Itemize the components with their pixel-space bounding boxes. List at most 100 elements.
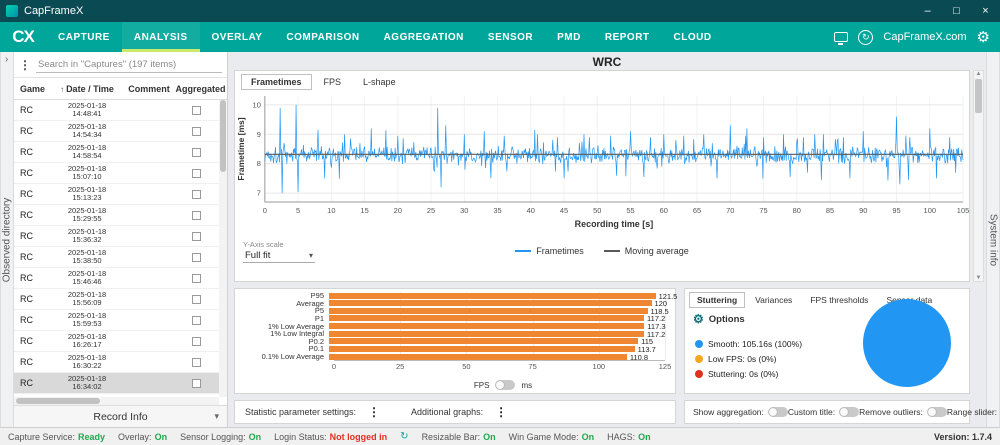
stat-tab-variances[interactable]: Variances	[747, 292, 800, 308]
capture-row[interactable]: RC2025-01-1816:30:22	[14, 352, 219, 373]
nav-tab-overlay[interactable]: OVERLAY	[200, 22, 275, 52]
capture-row[interactable]: RC2025-01-1815:59:53	[14, 310, 219, 331]
chart-tab-frametimes[interactable]: Frametimes	[241, 74, 312, 90]
nav-tab-capture[interactable]: CAPTURE	[46, 22, 122, 52]
captures-vertical-scrollbar[interactable]	[219, 100, 227, 397]
capframex-logo[interactable]: CX	[0, 22, 46, 52]
sort-asc-icon: ↑	[60, 85, 64, 94]
toggle-switch[interactable]	[839, 407, 859, 417]
frametime-chart-panel: FrametimesFPSL-shape 0510152025303540455…	[234, 70, 970, 282]
capture-row[interactable]: RC2025-01-1814:48:41	[14, 100, 219, 121]
toggle-switch[interactable]	[927, 407, 947, 417]
minimize-button[interactable]: –	[913, 0, 942, 22]
maximize-button[interactable]: □	[942, 0, 971, 22]
observed-directory-label[interactable]: Observed directory	[2, 197, 13, 281]
bar[interactable]	[329, 293, 656, 299]
system-info-label[interactable]: System info	[988, 213, 999, 265]
settings-gear-icon[interactable]: ⚙	[977, 28, 990, 46]
bar-axis: 0255075100125	[334, 360, 665, 371]
overlay-monitor-icon[interactable]	[834, 32, 848, 42]
svg-text:15: 15	[360, 206, 368, 215]
nav-tab-pmd[interactable]: PMD	[545, 22, 593, 52]
bar[interactable]	[329, 331, 644, 337]
bar[interactable]	[329, 338, 638, 344]
bar[interactable]	[329, 315, 644, 321]
search-input[interactable]	[36, 57, 222, 73]
options-button[interactable]: ⚙ Options	[685, 308, 775, 326]
nav-tab-sensor[interactable]: SENSOR	[476, 22, 545, 52]
additional-graphs-menu-icon[interactable]: ⋮	[492, 405, 510, 419]
sync-icon[interactable]: ↻	[858, 30, 873, 45]
capture-row[interactable]: RC2025-01-1816:34:02	[14, 373, 219, 394]
scroll-down-icon[interactable]: ▼	[976, 275, 982, 281]
chart-tab-l-shape[interactable]: L-shape	[353, 74, 406, 90]
scrollbar-thumb[interactable]	[16, 398, 100, 404]
website-link[interactable]: CapFrameX.com	[883, 31, 966, 43]
aggregated-checkbox[interactable]	[192, 106, 201, 115]
capture-row[interactable]: RC2025-01-1815:56:09	[14, 289, 219, 310]
navbar: CX CAPTUREANALYSISOVERLAYCOMPARISONAGGRE…	[0, 22, 1000, 52]
capture-row[interactable]: RC2025-01-1814:54:34	[14, 121, 219, 142]
column-header-comment[interactable]: Comment	[124, 84, 174, 94]
chart-tab-fps[interactable]: FPS	[314, 74, 352, 90]
chart-scrollbar[interactable]: ▲ ▼	[973, 70, 984, 282]
scrollbar-thumb[interactable]	[220, 100, 226, 172]
aggregated-checkbox[interactable]	[192, 127, 201, 136]
nav-tab-analysis[interactable]: ANALYSIS	[122, 22, 200, 52]
capture-row[interactable]: RC2025-01-1815:38:50	[14, 247, 219, 268]
statistic-settings-menu-icon[interactable]: ⋮	[365, 405, 383, 419]
aggregated-checkbox[interactable]	[192, 274, 201, 283]
expand-directory-icon[interactable]: ›	[5, 54, 8, 65]
aggregated-checkbox[interactable]	[192, 190, 201, 199]
aggregated-checkbox[interactable]	[192, 211, 201, 220]
toggle-label: Range slider:	[947, 407, 997, 417]
column-header-aggregated[interactable]: Aggregated	[174, 84, 227, 94]
toggle-switch[interactable]	[768, 407, 788, 417]
bar[interactable]	[329, 323, 644, 329]
capture-row[interactable]: RC2025-01-1815:29:55	[14, 205, 219, 226]
column-header-game[interactable]: Game	[14, 84, 50, 94]
aggregated-checkbox[interactable]	[192, 232, 201, 241]
aggregated-checkbox[interactable]	[192, 379, 201, 388]
aggregated-checkbox[interactable]	[192, 295, 201, 304]
aggregated-checkbox[interactable]	[192, 169, 201, 178]
capture-aggregated-cell	[174, 337, 219, 346]
nav-tab-report[interactable]: REPORT	[593, 22, 662, 52]
bar[interactable]	[329, 300, 652, 306]
capture-row[interactable]: RC2025-01-1815:13:23	[14, 184, 219, 205]
capture-row[interactable]: RC2025-01-1815:07:10	[14, 163, 219, 184]
chart-bottom-bar: Y-Axis scale Full fit ▾ FrametimesMoving…	[235, 240, 969, 274]
capture-row[interactable]: RC2025-01-1815:46:46	[14, 268, 219, 289]
svg-text:7: 7	[257, 189, 261, 198]
scrollbar-thumb[interactable]	[975, 79, 982, 113]
stat-tab-stuttering[interactable]: Stuttering	[689, 292, 745, 308]
fps-ms-toggle[interactable]	[495, 380, 515, 390]
bar[interactable]	[329, 354, 627, 360]
bar[interactable]	[329, 308, 648, 314]
nav-tab-comparison[interactable]: COMPARISON	[274, 22, 371, 52]
close-button[interactable]: ×	[971, 0, 1000, 22]
frametime-chart[interactable]: 0510152025303540455055606570758085909510…	[235, 90, 969, 240]
aggregated-checkbox[interactable]	[192, 316, 201, 325]
aggregated-checkbox[interactable]	[192, 337, 201, 346]
scroll-up-icon[interactable]: ▲	[976, 71, 982, 77]
nav-tab-cloud[interactable]: CLOUD	[662, 22, 724, 52]
svg-text:9: 9	[257, 130, 261, 139]
capture-list-menu-icon[interactable]: ⋮	[19, 58, 31, 72]
capture-row[interactable]: RC2025-01-1815:36:32	[14, 226, 219, 247]
capture-row[interactable]: RC2025-01-1814:58:54	[14, 142, 219, 163]
captures-horizontal-scrollbar[interactable]	[14, 397, 219, 405]
nav-tab-aggregation[interactable]: AGGREGATION	[372, 22, 476, 52]
capture-time: 15:13:23	[50, 194, 124, 203]
stat-tab-fps-thresholds[interactable]: FPS thresholds	[802, 292, 876, 308]
record-info-expander[interactable]: Record Info ▾	[14, 405, 227, 427]
status-value: On	[249, 432, 262, 442]
aggregated-checkbox[interactable]	[192, 358, 201, 367]
bar[interactable]	[329, 346, 635, 352]
aggregated-checkbox[interactable]	[192, 253, 201, 262]
bar-track: 110.8	[329, 354, 665, 360]
capture-game: RC	[14, 210, 50, 220]
column-header-date-time[interactable]: ↑Date / Time	[50, 84, 124, 94]
capture-row[interactable]: RC2025-01-1816:26:17	[14, 331, 219, 352]
aggregated-checkbox[interactable]	[192, 148, 201, 157]
